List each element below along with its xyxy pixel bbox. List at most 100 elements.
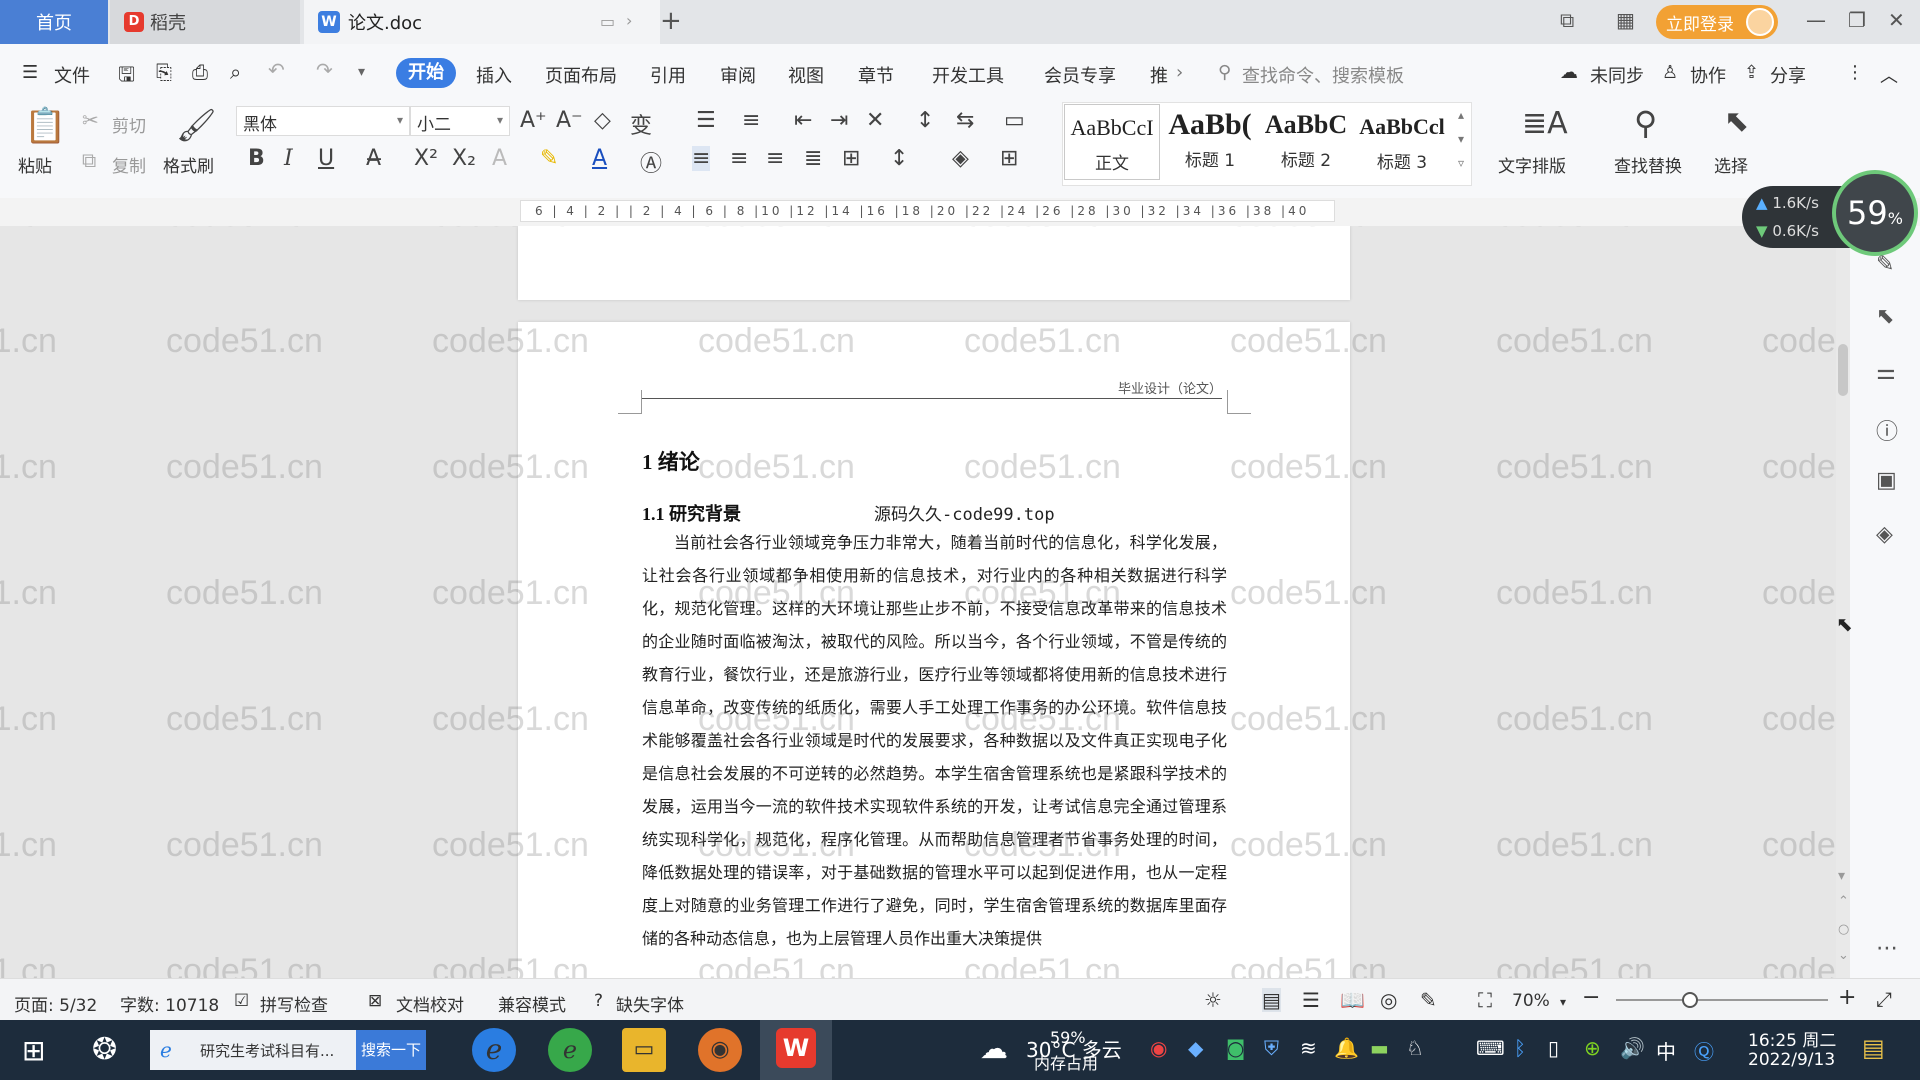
style-heading-3[interactable]: AaBbCcl 标题 3	[1354, 104, 1450, 180]
monitor-icon[interactable]: ▭	[600, 12, 615, 31]
phonetic-icon[interactable]: 变	[630, 108, 652, 140]
tab-home[interactable]: 首页	[0, 0, 108, 44]
show-marks-icon[interactable]: ⇆	[956, 108, 974, 133]
line-spacing-icon[interactable]: ↕	[890, 146, 908, 171]
adjust-icon[interactable]: ⚌	[1876, 360, 1896, 385]
collapse-ribbon-icon[interactable]: ︿	[1880, 62, 1898, 88]
wps-taskbar-item[interactable]: W	[760, 1020, 832, 1080]
prev-page-icon[interactable]: ⌃	[1838, 894, 1849, 909]
chinese-layout-icon[interactable]: ✕	[866, 108, 884, 133]
tray-app-icon[interactable]: ◉	[1150, 1036, 1167, 1060]
highlight-icon[interactable]: ✎	[540, 146, 558, 171]
menu-review[interactable]: 审阅	[720, 62, 756, 88]
underline-icon[interactable]: U	[318, 146, 334, 171]
restore-button[interactable]: ❐	[1848, 8, 1866, 32]
scroll-down-icon[interactable]: ▾	[1838, 868, 1845, 884]
gallery-up-icon[interactable]: ▴	[1458, 108, 1464, 122]
close-button[interactable]: ✕	[1888, 8, 1905, 32]
search-app-icon[interactable]: Ⓠ	[1694, 1036, 1714, 1065]
style-normal[interactable]: AaBbCcI 正文	[1064, 104, 1160, 180]
memory-usage-gauge[interactable]: 59%	[1832, 170, 1918, 256]
360-browser-icon[interactable]: ℯ	[548, 1028, 592, 1072]
redo-icon[interactable]: ↷	[316, 58, 333, 82]
menu-start[interactable]: 开始	[396, 58, 456, 88]
more-chevron-icon[interactable]: ›	[1176, 62, 1183, 83]
menu-file[interactable]: 文件	[54, 62, 90, 88]
superscript-icon[interactable]: X²	[414, 146, 438, 171]
tray-security-icon[interactable]: ◆	[1188, 1036, 1203, 1060]
tab-document[interactable]: W 论文.doc ▭ ›	[304, 0, 660, 44]
tray-gpu-icon[interactable]: ▬	[1370, 1036, 1389, 1060]
ruler-toggle-icon[interactable]: ▭	[1004, 108, 1025, 133]
style-heading-2[interactable]: AaBbC 标题 2	[1258, 104, 1354, 180]
media-player-icon[interactable]: ◉	[698, 1028, 742, 1072]
font-name-select[interactable]: 黑体 ▾	[236, 106, 410, 136]
select-button[interactable]: 选择	[1714, 152, 1748, 177]
layout-icon[interactable]: ⧉	[1560, 8, 1574, 32]
strikethrough-icon[interactable]: A̶	[366, 146, 381, 171]
app-launcher-icon[interactable]: ❂	[92, 1032, 117, 1067]
menu-chapter[interactable]: 章节	[858, 62, 894, 88]
windows-start-icon[interactable]: ⊞	[22, 1034, 45, 1067]
align-right-icon[interactable]: ≡	[766, 146, 784, 171]
help-icon[interactable]: ⓘ	[1876, 414, 1898, 446]
image-icon[interactable]: ▣	[1876, 468, 1897, 493]
copy-button[interactable]: 复制	[112, 152, 146, 177]
chevron-right-icon[interactable]: ›	[626, 11, 632, 30]
justify-icon[interactable]: ≣	[804, 146, 822, 171]
minimize-button[interactable]: —	[1806, 8, 1826, 32]
decrease-indent-icon[interactable]: ⇤	[794, 108, 812, 133]
sync-status[interactable]: 未同步	[1590, 62, 1644, 88]
checkbox-icon[interactable]: ☑	[234, 991, 249, 1011]
find-replace-button[interactable]: 查找替换	[1614, 152, 1682, 177]
menu-more[interactable]: 推	[1150, 62, 1168, 88]
undo-icon[interactable]: ↶	[268, 58, 285, 82]
font-color-icon[interactable]: A	[592, 146, 607, 171]
shading-icon[interactable]: ◈	[952, 146, 969, 171]
zoom-out-icon[interactable]: −	[1582, 985, 1600, 1010]
text-layout-icon[interactable]: ≣A	[1522, 106, 1568, 141]
command-search-input[interactable]: 查找命令、搜索模板	[1242, 62, 1404, 88]
proofread-button[interactable]: 文档校对	[396, 991, 464, 1016]
gallery-expand-icon[interactable]: ▿	[1458, 156, 1464, 170]
char-border-icon[interactable]: Ⓐ	[640, 146, 662, 178]
notification-bell-icon[interactable]: 🔔	[1334, 1036, 1359, 1060]
borders-icon[interactable]: ⊞	[1000, 146, 1018, 171]
share-button[interactable]: 分享	[1770, 62, 1806, 88]
clock-time[interactable]: 16:25 周二	[1748, 1026, 1836, 1051]
usb-icon[interactable]: ▯	[1548, 1036, 1559, 1060]
font-shrink-icon[interactable]: A⁻	[556, 108, 583, 133]
hamburger-icon[interactable]: ☰	[22, 62, 38, 83]
clock-date[interactable]: 2022/9/13	[1748, 1050, 1835, 1070]
format-painter-icon[interactable]: 🖌	[176, 106, 217, 144]
menu-insert[interactable]: 插入	[476, 62, 512, 88]
fullscreen-icon[interactable]: ⤢	[1876, 987, 1892, 1011]
file-explorer-icon[interactable]: ▭	[622, 1028, 666, 1072]
action-center-icon[interactable]: ▤	[1862, 1034, 1885, 1062]
eye-protect-icon[interactable]: ☼	[1204, 988, 1222, 1012]
text-layout-button[interactable]: 文字排版	[1498, 152, 1566, 177]
style-heading-1[interactable]: AaBb( 标题 1	[1162, 104, 1258, 180]
format-painter-button[interactable]: 格式刷	[163, 152, 214, 177]
fit-page-icon[interactable]: ⛶	[1478, 988, 1492, 1012]
shield-icon[interactable]: ⛨	[1264, 1036, 1279, 1060]
cut-button[interactable]: 剪切	[112, 112, 146, 137]
align-center-icon[interactable]: ≡	[730, 146, 748, 171]
clear-format-icon[interactable]: ◇	[594, 108, 611, 133]
current-page[interactable]: 毕业设计（论文） 1 绪论 1.1 研究背景 源码久久-code99.top 当…	[518, 322, 1350, 978]
select-browse-icon[interactable]: ○	[1838, 922, 1849, 937]
italic-icon[interactable]: I	[284, 146, 293, 171]
more-icon[interactable]: ⋯	[1876, 936, 1898, 961]
zoom-dropdown-icon[interactable]: ▾	[1560, 995, 1566, 1009]
login-button[interactable]: 立即登录	[1656, 5, 1778, 39]
print-preview-icon[interactable]: ⌕	[230, 60, 241, 84]
web-view-icon[interactable]: ◎	[1380, 988, 1397, 1012]
font-size-select[interactable]: 小二 ▾	[410, 106, 510, 136]
sort-icon[interactable]: ↕	[916, 108, 934, 133]
increase-indent-icon[interactable]: ⇥	[830, 108, 848, 133]
paste-icon[interactable]: 📋	[24, 106, 66, 146]
ime-indicator[interactable]: 中	[1656, 1036, 1676, 1065]
qq-icon[interactable]: ♘	[1406, 1036, 1424, 1060]
page-indicator[interactable]: 页面: 5/32	[14, 991, 97, 1016]
tab-daoke[interactable]: D 稻壳	[110, 0, 300, 44]
